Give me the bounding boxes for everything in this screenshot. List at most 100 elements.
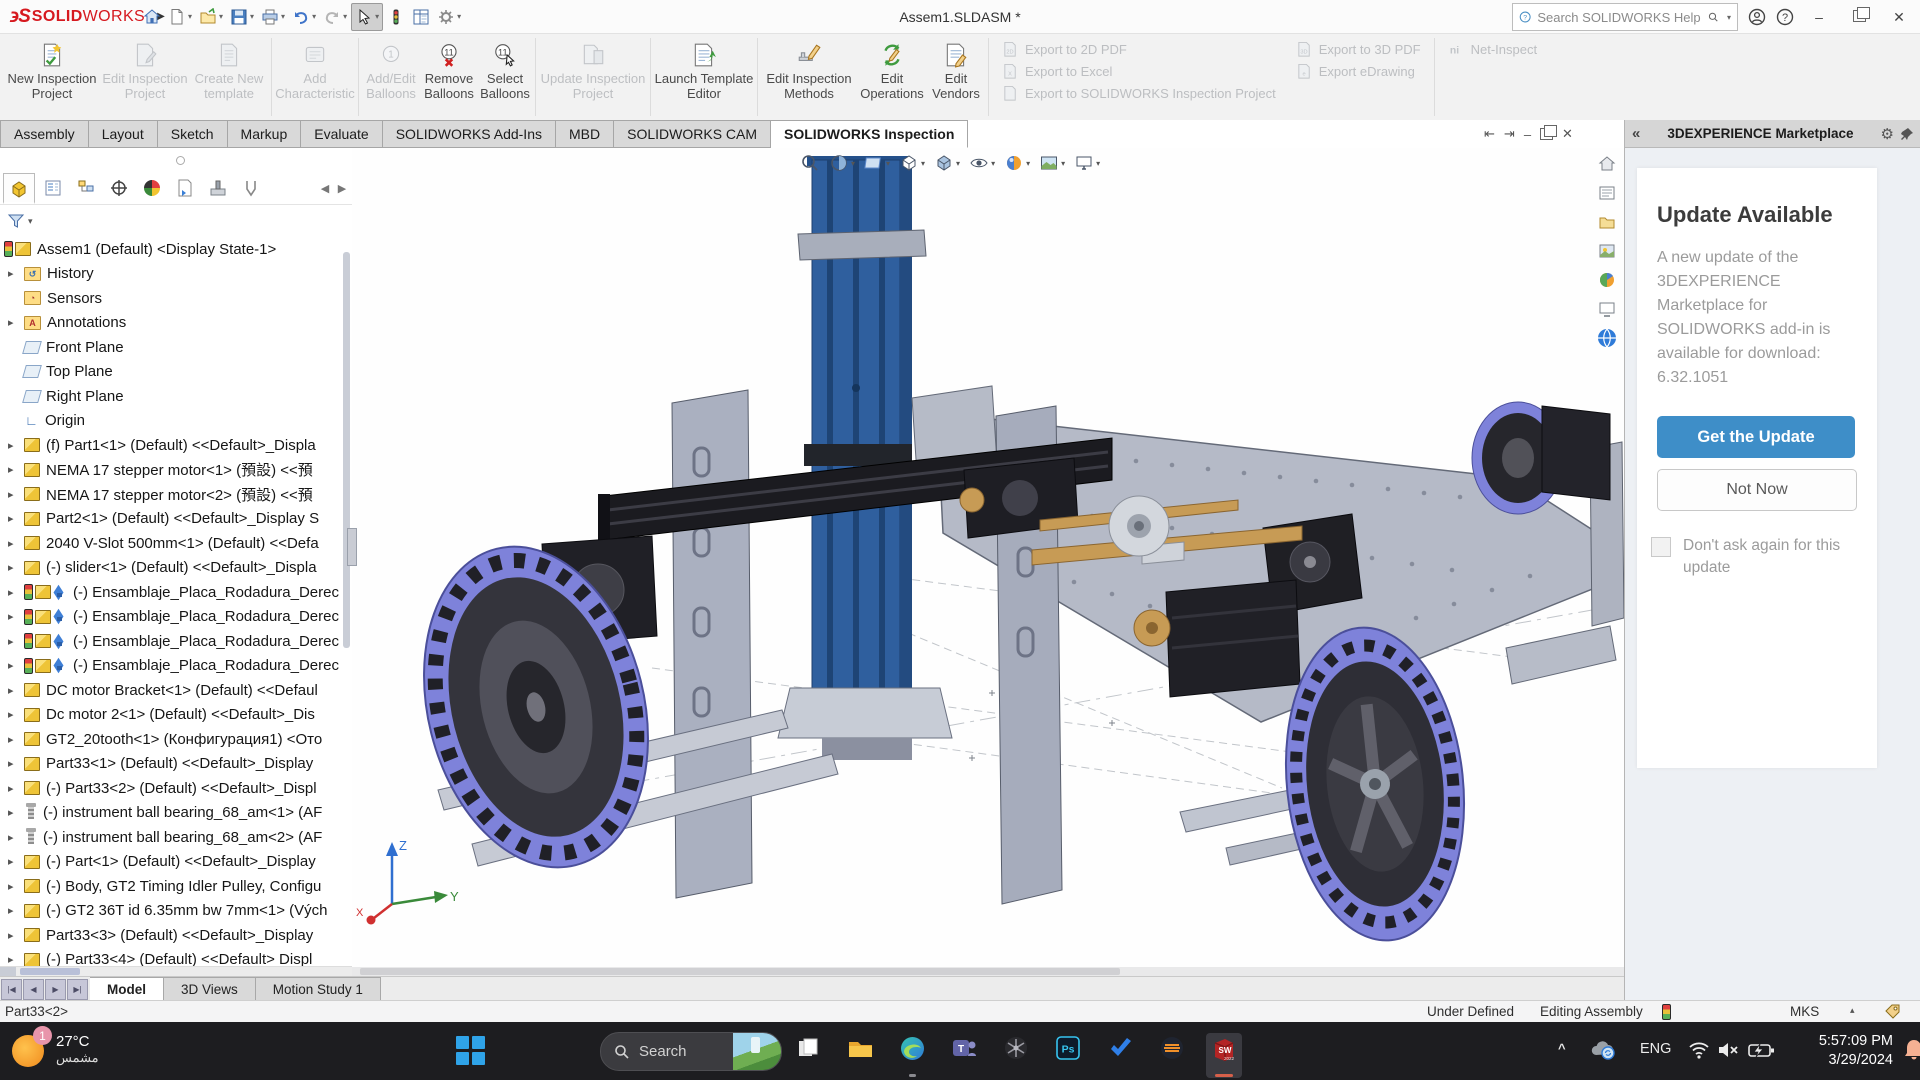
tray-overflow-icon[interactable]: ^ (1558, 1041, 1566, 1056)
tab-solidworks-inspection[interactable]: SOLIDWORKS Inspection (771, 120, 968, 148)
expand-icon[interactable] (8, 708, 24, 721)
atom-app-button[interactable] (998, 1033, 1034, 1078)
collapse-panel-icon[interactable]: « (1632, 125, 1640, 142)
solidworks-app-button[interactable]: SW2022 (1206, 1033, 1242, 1078)
panel-splitter-handle[interactable] (0, 148, 352, 172)
new-inspection-project-button[interactable]: New Inspection Project (4, 34, 100, 120)
expand-icon[interactable] (8, 855, 24, 868)
graphics-viewport[interactable]: Z Y X ▾ ▾ ▾ ▾ ▾ ▾ ▾ ▾ (352, 148, 1624, 976)
expand-icon[interactable] (8, 537, 24, 550)
edit-appearance-button[interactable]: ▾ (1004, 153, 1030, 173)
units-indicator[interactable]: MKS (1790, 1004, 1819, 1019)
section-view-button[interactable]: ▾ (829, 153, 855, 173)
export-excel-item[interactable]: XExport to Excel (1002, 63, 1276, 80)
add-characteristic-button[interactable]: Add Characteristic (275, 34, 355, 120)
prev-tab-icon[interactable]: ◀ (23, 979, 44, 1000)
select-tool-button[interactable]: ▾ (351, 3, 383, 31)
cam-feature-tree-tab[interactable] (170, 174, 200, 202)
pane-float-icon[interactable] (1540, 128, 1553, 140)
edit-inspection-project-button[interactable]: Edit Inspection Project (100, 34, 190, 120)
first-tab-icon[interactable]: |◀ (1, 979, 22, 1000)
get-update-button[interactable]: Get the Update (1657, 416, 1855, 458)
expand-icon[interactable] (8, 806, 24, 819)
tree-item-part33-3[interactable]: Part33<3> (Default) <<Default>_Display (0, 923, 352, 948)
create-new-template-button[interactable]: Create New template (190, 34, 268, 120)
tree-item-annotations[interactable]: AAnnotations (0, 311, 352, 336)
expand-icon[interactable] (8, 684, 24, 697)
weather-widget[interactable]: 1 27°C مشمس (10, 1029, 99, 1069)
expand-icon[interactable] (8, 757, 24, 770)
expand-icon[interactable] (8, 929, 24, 942)
user-account-icon[interactable] (1748, 8, 1766, 26)
help-icon[interactable]: ? (1776, 8, 1794, 26)
view-settings-button[interactable]: ▾ (1074, 153, 1100, 173)
tab-layout[interactable]: Layout (89, 120, 158, 148)
cam-operation-tree-tab[interactable] (203, 174, 233, 202)
tree-item-front-plane[interactable]: Front Plane (0, 335, 352, 360)
expand-icon[interactable] (8, 488, 24, 501)
expand-icon[interactable] (8, 512, 24, 525)
pane-minimize-icon[interactable]: – (1524, 127, 1531, 142)
tree-item-gt2-20tooth[interactable]: GT2_20tooth<1> (Конфигурация1) <Ото (0, 727, 352, 752)
pane-close-icon[interactable]: ✕ (1562, 126, 1573, 142)
property-manager-tab[interactable] (38, 174, 68, 202)
help-search-box[interactable]: ? Search SOLIDWORKS Help ▾ (1512, 3, 1738, 31)
feature-tree-tab[interactable] (3, 173, 35, 204)
expand-icon[interactable] (8, 904, 24, 917)
viewport-horizontal-scrollbar[interactable] (352, 967, 1624, 976)
home-tab-icon[interactable] (1595, 152, 1619, 176)
dock-left-icon[interactable]: ⇤ (1484, 126, 1495, 142)
volume-muted-icon[interactable] (1716, 1040, 1740, 1060)
add-edit-balloons-button[interactable]: 1Add/Edit Balloons (362, 34, 420, 120)
tree-item-bearing-1[interactable]: (-) instrument ball bearing_68_am<1> (AF (0, 801, 352, 826)
display-style-button[interactable]: ▾ (934, 153, 960, 173)
save-button[interactable]: ▾ (227, 4, 257, 30)
view-palette-icon[interactable] (1595, 239, 1619, 263)
redo-button[interactable]: ▾ (320, 4, 350, 30)
file-explorer-button[interactable] (842, 1033, 878, 1078)
custom-properties-icon[interactable] (1595, 297, 1619, 321)
tree-item-ensamblaje-4[interactable]: (-) Ensamblaje_Placa_Rodadura_Derec (0, 654, 352, 679)
expand-icon[interactable] (8, 782, 24, 795)
tag-icon[interactable] (1884, 1003, 1901, 1020)
clock[interactable]: 5:57:09 PM 3/29/2024 (1778, 1032, 1893, 1070)
cam-tools-tab[interactable] (236, 174, 266, 202)
tree-item-sensors[interactable]: ◔Sensors (0, 286, 352, 311)
tree-item-vslot[interactable]: 2040 V-Slot 500mm<1> (Default) <<Defa (0, 531, 352, 556)
task-view-button[interactable] (790, 1033, 826, 1078)
panel-tabs-scroll-left-icon[interactable]: ◀ (318, 182, 332, 195)
tree-item-part33-1[interactable]: Part33<1> (Default) <<Default>_Display (0, 752, 352, 777)
panel-tabs-scroll-right-icon[interactable]: ▶ (335, 182, 349, 195)
photoshop-button[interactable]: Ps (1050, 1033, 1086, 1078)
gear-icon[interactable]: ⚙ (1881, 125, 1894, 143)
remove-balloons-button[interactable]: 11Remove Balloons (420, 34, 478, 120)
export-3d-pdf-item[interactable]: 3DExport to 3D PDF (1296, 41, 1421, 58)
language-indicator[interactable]: ENG (1640, 1041, 1671, 1057)
tree-item-ensamblaje-2[interactable]: (-) Ensamblaje_Placa_Rodadura_Derec (0, 605, 352, 630)
battery-charging-icon[interactable] (1747, 1040, 1775, 1060)
tab-solidworks-cam[interactable]: SOLIDWORKS CAM (614, 120, 771, 148)
apply-scene-button[interactable]: ▾ (1039, 153, 1065, 173)
tab-assembly[interactable]: Assembly (0, 120, 89, 148)
tree-item-part2[interactable]: Part2<1> (Default) <<Default>_Display S (0, 507, 352, 532)
tree-item-part-1[interactable]: (-) Part<1> (Default) <<Default>_Display (0, 850, 352, 875)
tree-item-bearing-2[interactable]: (-) instrument ball bearing_68_am<2> (AF (0, 825, 352, 850)
tree-scrollbar[interactable] (343, 252, 350, 648)
wifi-icon[interactable] (1688, 1040, 1710, 1060)
expand-icon[interactable] (8, 316, 24, 329)
properties-button[interactable] (409, 4, 433, 30)
view-orientation-button[interactable]: ▾ (899, 153, 925, 173)
units-caret-icon[interactable]: ▴ (1850, 1005, 1855, 1016)
edge-browser-button[interactable] (894, 1033, 930, 1078)
tab-markup[interactable]: Markup (228, 120, 302, 148)
expand-icon[interactable] (8, 880, 24, 893)
tab-model[interactable]: Model (90, 977, 164, 1001)
restore-button[interactable] (1844, 9, 1874, 25)
tab-motion-study-1[interactable]: Motion Study 1 (256, 977, 381, 1001)
rebuild-traffic-light-icon[interactable] (384, 4, 408, 30)
expand-icon[interactable] (8, 439, 24, 452)
undo-button[interactable]: ▾ (289, 4, 319, 30)
tree-horizontal-scrollbar[interactable] (0, 966, 352, 976)
eclipse-button[interactable] (1154, 1033, 1190, 1078)
tree-item-part1[interactable]: (f) Part1<1> (Default) <<Default>_Displa (0, 433, 352, 458)
